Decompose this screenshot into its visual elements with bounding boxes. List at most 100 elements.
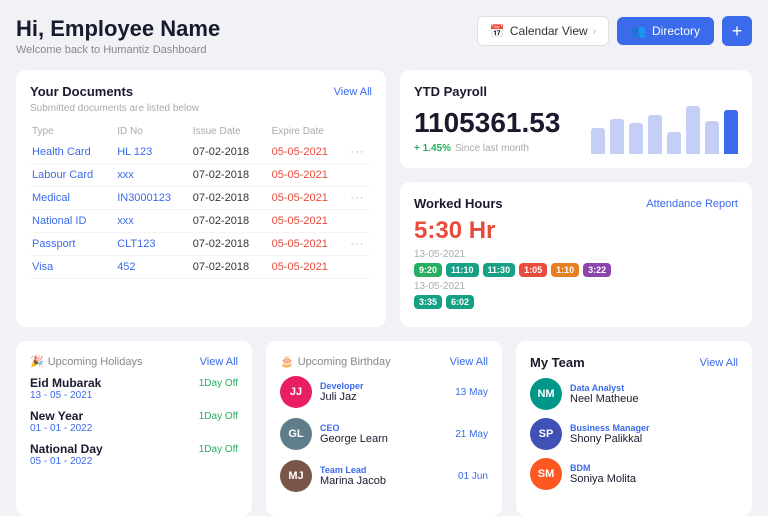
col-issue: Issue Date (191, 122, 270, 141)
doc-actions[interactable]: ··· (348, 141, 372, 164)
avatar: SP (530, 418, 562, 450)
directory-button[interactable]: 👥 Directory (617, 17, 714, 45)
table-row: National ID xxx 07-02-2018 05-05-2021 (30, 210, 372, 233)
doc-expire: 05-05-2021 (270, 187, 349, 210)
header-right: 📅 Calendar View › 👥 Directory + (477, 16, 752, 46)
documents-subtitle: Submitted documents are listed below (30, 103, 372, 114)
team-name: Shony Palikkal (570, 433, 738, 445)
holidays-title: 🎉 Upcoming Holidays (30, 355, 142, 368)
doc-issue: 07-02-2018 (191, 187, 270, 210)
holiday-date: 13 - 05 - 2021 (30, 390, 238, 401)
birthday-role: Team Lead (320, 465, 450, 475)
team-title: My Team (530, 355, 585, 370)
time-tag: 11:30 (483, 263, 516, 277)
holiday-name: Eid Mubarak (30, 376, 101, 390)
calendar-view-button[interactable]: 📅 Calendar View › (477, 16, 609, 46)
calendar-icon: 📅 (490, 24, 505, 38)
attendance-report-link[interactable]: Attendance Report (646, 198, 738, 210)
list-item: NM Data Analyst Neel Matheue (530, 378, 738, 410)
doc-expire: 05-05-2021 (270, 210, 349, 233)
bottom-grid: 🎉 Upcoming Holidays View All Eid Mubarak… (16, 341, 752, 516)
add-button[interactable]: + (722, 16, 752, 46)
doc-actions[interactable]: ··· (348, 233, 372, 256)
doc-issue: 07-02-2018 (191, 210, 270, 233)
team-card: My Team View All NM Data Analyst Neel Ma… (516, 341, 752, 516)
doc-actions[interactable] (348, 210, 372, 233)
worked-hours-title: Worked Hours (414, 196, 503, 211)
bar-chart-bar (686, 106, 700, 154)
birthdays-view-all[interactable]: View All (450, 356, 488, 368)
bar-chart-bar (667, 132, 681, 154)
doc-type[interactable]: Health Card (30, 141, 115, 164)
doc-expire: 05-05-2021 (270, 164, 349, 187)
time-tag: 1:10 (551, 263, 579, 277)
payroll-content: 1105361.53 + 1.45% Since last month (414, 99, 738, 154)
worked-hours-card: Worked Hours Attendance Report 5:30 Hr 1… (400, 182, 752, 327)
doc-type[interactable]: Passport (30, 233, 115, 256)
holiday-date: 01 - 01 - 2022 (30, 423, 238, 434)
holiday-row: National Day 1Day Off (30, 442, 238, 456)
right-column: YTD Payroll 1105361.53 + 1.45% Since las… (400, 70, 752, 327)
doc-type[interactable]: National ID (30, 210, 115, 233)
birthday-role: CEO (320, 423, 447, 433)
doc-id[interactable]: IN3000123 (115, 187, 191, 210)
greeting: Hi, Employee Name (16, 16, 220, 42)
time-tag: 3:35 (414, 295, 442, 309)
doc-id[interactable]: 452 (115, 256, 191, 279)
payroll-meta: + 1.45% Since last month (414, 143, 560, 154)
doc-id[interactable]: CLT123 (115, 233, 191, 256)
doc-type[interactable]: Medical (30, 187, 115, 210)
table-row: Medical IN3000123 07-02-2018 05-05-2021 … (30, 187, 372, 210)
doc-actions[interactable] (348, 164, 372, 187)
birthday-info: Developer Juli Jaz (320, 381, 447, 403)
table-row: Labour Card xxx 07-02-2018 05-05-2021 (30, 164, 372, 187)
doc-expire: 05-05-2021 (270, 256, 349, 279)
worked-header: Worked Hours Attendance Report (414, 196, 738, 211)
team-info: Business Manager Shony Palikkal (570, 423, 738, 445)
doc-id[interactable]: HL 123 (115, 141, 191, 164)
team-name: Neel Matheue (570, 393, 738, 405)
documents-card: Your Documents View All Submitted docume… (16, 70, 386, 327)
doc-id[interactable]: xxx (115, 210, 191, 233)
team-icon: 👥 (631, 24, 646, 38)
doc-issue: 07-02-2018 (191, 233, 270, 256)
birthday-date: 21 May (455, 429, 488, 440)
birthday-name: George Learn (320, 433, 447, 445)
holidays-title-text: Upcoming Holidays (48, 356, 143, 368)
birthday-date: 13 May (455, 387, 488, 398)
holiday-row: Eid Mubarak 1Day Off (30, 376, 238, 390)
birthdays-header: 🎂 Upcoming Birthday View All (280, 355, 488, 368)
team-role: Business Manager (570, 423, 738, 433)
avatar: JJ (280, 376, 312, 408)
team-view-all[interactable]: View All (700, 357, 738, 369)
team-role: BDM (570, 463, 738, 473)
doc-actions[interactable]: ··· (348, 187, 372, 210)
holidays-list: Eid Mubarak 1Day Off 13 - 05 - 2021 New … (30, 376, 238, 467)
bar-chart-bar (591, 128, 605, 154)
bar-chart-bar (724, 110, 738, 154)
team-name: Soniya Molita (570, 473, 738, 485)
avatar: MJ (280, 460, 312, 492)
birthday-date: 01 Jun (458, 471, 488, 482)
doc-issue: 07-02-2018 (191, 164, 270, 187)
avatar: NM (530, 378, 562, 410)
doc-type[interactable]: Visa (30, 256, 115, 279)
payroll-trend-label: Since last month (455, 143, 529, 154)
header: Hi, Employee Name Welcome back to Humant… (16, 16, 752, 56)
doc-actions[interactable] (348, 256, 372, 279)
doc-id[interactable]: xxx (115, 164, 191, 187)
worked-tags-row1: 9:2011:1011:301:051:103:22 (414, 263, 738, 277)
documents-view-all[interactable]: View All (334, 86, 372, 98)
time-tag: 1:05 (519, 263, 547, 277)
list-item: New Year 1Day Off 01 - 01 - 2022 (30, 409, 238, 434)
holiday-off: 1Day Off (199, 444, 238, 455)
holiday-off: 1Day Off (199, 411, 238, 422)
doc-expire: 05-05-2021 (270, 141, 349, 164)
holidays-view-all[interactable]: View All (200, 356, 238, 368)
payroll-amount: 1105361.53 (414, 107, 560, 139)
main-grid: Your Documents View All Submitted docume… (16, 70, 752, 327)
birthday-info: Team Lead Marina Jacob (320, 465, 450, 487)
doc-type[interactable]: Labour Card (30, 164, 115, 187)
table-row: Health Card HL 123 07-02-2018 05-05-2021… (30, 141, 372, 164)
directory-btn-label: Directory (652, 24, 700, 38)
